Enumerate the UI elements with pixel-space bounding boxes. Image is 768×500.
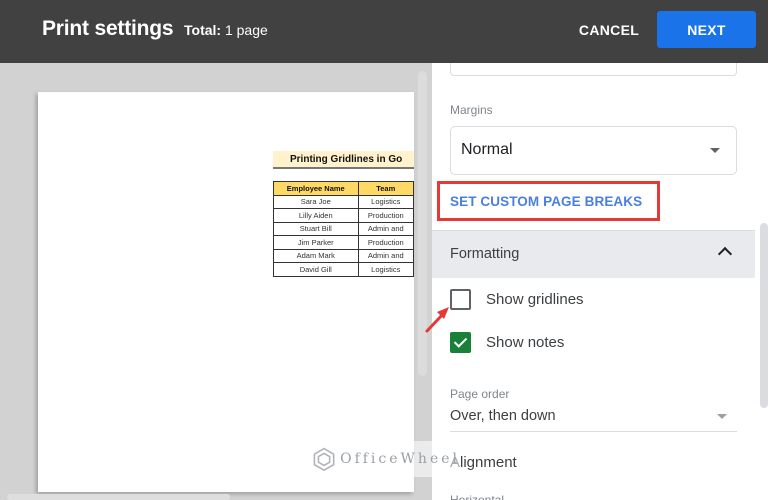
horizontal-label: Horizontal	[450, 493, 505, 500]
cell: Stuart Bill	[273, 221, 359, 236]
formatting-section-header[interactable]: Formatting	[432, 230, 755, 278]
total-label: Total:	[184, 22, 222, 38]
dropdown-arrow-icon	[710, 148, 720, 153]
preview-table: Employee Name Team Sara Joe Logistics Lil…	[273, 181, 414, 277]
page-title: Print settings	[42, 17, 174, 40]
cell: Logistics	[357, 262, 414, 277]
settings-panel: Margins Normal SET CUSTOM PAGE BREAKS Fo…	[432, 63, 768, 500]
cell: Lilly Aiden	[273, 208, 359, 223]
show-notes-label[interactable]: Show notes	[486, 334, 564, 351]
preview-page: Printing Gridlines in Go Employee Name T…	[38, 92, 414, 492]
page-order-value: Over, then down	[450, 408, 556, 424]
cell: Production	[357, 235, 414, 250]
watermark: OfficeWheel	[300, 441, 460, 477]
page-order-label: Page order	[450, 387, 510, 401]
cell: Adam Mark	[273, 248, 359, 263]
top-bar: Print settings Total: 1 page CANCEL NEXT	[0, 0, 768, 63]
page-order-select[interactable]: Over, then down	[450, 404, 737, 432]
margins-label: Margins	[450, 103, 493, 117]
table-header-row: Employee Name Team	[273, 181, 414, 196]
margins-value: Normal	[461, 141, 513, 158]
total-value: 1 page	[224, 22, 268, 38]
column-header: Team	[357, 181, 414, 196]
cancel-button[interactable]: CANCEL	[572, 12, 646, 48]
table-row: Adam Mark Admin and	[273, 248, 414, 263]
next-button[interactable]: NEXT	[657, 11, 756, 48]
sheet-title: Printing Gridlines in Go	[273, 151, 414, 169]
settings-scrollbar[interactable]	[760, 223, 768, 408]
preview-horizontal-scrollbar[interactable]	[7, 494, 230, 500]
margins-select[interactable]: Normal	[450, 126, 737, 175]
set-custom-page-breaks-link[interactable]: SET CUSTOM PAGE BREAKS	[450, 194, 642, 209]
total-pages: Total: 1 page	[184, 22, 268, 38]
cell: David Gill	[273, 262, 359, 277]
table-row: Jim Parker Production	[273, 235, 414, 250]
column-header: Employee Name	[273, 181, 359, 196]
officewheel-logo-icon	[313, 447, 335, 472]
watermark-text: OfficeWheel	[340, 451, 460, 467]
cell: Logistics	[357, 194, 414, 209]
cell: Admin and	[357, 221, 414, 236]
cell: Jim Parker	[273, 235, 359, 250]
table-row: Lilly Aiden Production	[273, 208, 414, 223]
cell: Sara Joe	[273, 194, 359, 209]
show-gridlines-option[interactable]: Show gridlines	[450, 287, 584, 311]
formatting-label: Formatting	[450, 246, 520, 262]
table-row: David Gill Logistics	[273, 262, 414, 277]
cell: Production	[357, 208, 414, 223]
print-preview: Printing Gridlines in Go Employee Name T…	[0, 63, 432, 500]
show-notes-option[interactable]: Show notes	[450, 330, 564, 354]
cell: Admin and	[357, 248, 414, 263]
chevron-up-icon[interactable]	[717, 246, 733, 262]
dropdown-arrow-icon	[717, 414, 727, 419]
alignment-heading: Alignment	[450, 454, 517, 471]
scaling-select[interactable]	[450, 63, 737, 76]
table-row: Sara Joe Logistics	[273, 194, 414, 209]
show-notes-checkbox[interactable]	[450, 331, 471, 353]
table-row: Stuart Bill Admin and	[273, 221, 414, 236]
show-gridlines-label[interactable]: Show gridlines	[486, 291, 584, 308]
annotation-arrow-icon	[425, 307, 449, 333]
